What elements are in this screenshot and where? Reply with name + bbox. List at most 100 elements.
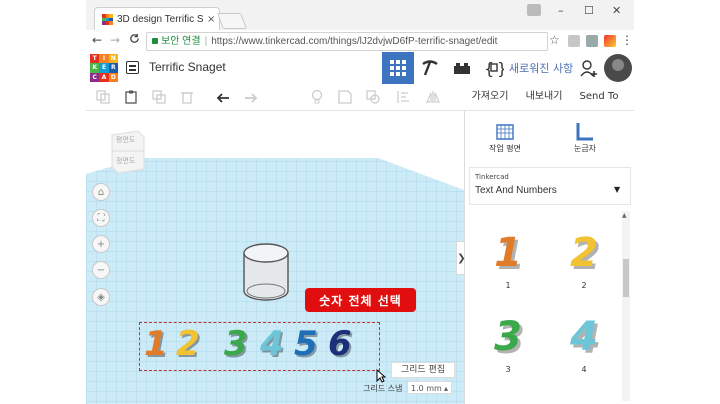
shape-tile-3[interactable]: 33 (485, 315, 531, 385)
snap-grid-label: 그리드 스냅 (363, 384, 403, 393)
delete-icon[interactable] (180, 90, 194, 104)
shape-glyph: 1 (494, 230, 522, 276)
select-all-numbers-callout: 숫자 전체 선택 (305, 288, 416, 312)
add-user-icon[interactable] (580, 60, 598, 82)
home-view-icon[interactable]: ⌂ (92, 183, 110, 201)
logo-letter: N (108, 54, 118, 64)
extension-icon[interactable] (568, 35, 580, 47)
workplane-icon (496, 124, 514, 140)
shape-label: 2 (581, 281, 587, 290)
ruler-tool[interactable]: 눈금자 (555, 121, 615, 154)
tab-strip: 3D design Terrific Snage × – ☐ ✕ (86, 0, 634, 31)
svg-text:{: { (484, 59, 494, 77)
panel-scrollbar[interactable] (622, 211, 630, 401)
browser-menu-icon[interactable]: ⋮ (621, 33, 633, 47)
new-tab-button[interactable] (217, 13, 247, 29)
logo-letter: I (99, 54, 109, 64)
number-shape-5[interactable]: 5 (294, 325, 318, 363)
codeblocks-view-button[interactable]: {} (478, 52, 510, 84)
project-title[interactable]: Terrific Snaget (149, 60, 226, 74)
shape-label: 1 (505, 281, 511, 290)
back-button[interactable]: ← (92, 33, 102, 47)
library-category-value: Text And Numbers (475, 185, 557, 196)
align-icon[interactable] (396, 90, 410, 104)
shape-glyph: 4 (570, 314, 598, 360)
number-shape-4[interactable]: 4 (260, 325, 284, 363)
duplicate-icon[interactable] (152, 90, 166, 104)
zoom-in-icon[interactable]: + (92, 235, 110, 253)
number-shape-2[interactable]: 2 (176, 325, 200, 363)
browser-tab[interactable]: 3D design Terrific Snage × (94, 7, 220, 31)
workplane-tool[interactable]: 작업 평면 (475, 121, 535, 154)
pickaxe-icon (422, 60, 438, 76)
view-cube-front-label: 정면도 (116, 157, 136, 165)
ruler-label: 눈금자 (573, 144, 597, 153)
url-field[interactable]: 보안 연결 | https://www.tinkercad.com/things/l… (146, 32, 548, 51)
grid-icon (390, 60, 406, 76)
tab-title: 3D design Terrific Snage (117, 14, 203, 25)
tab-close-icon[interactable]: × (207, 14, 215, 25)
number-shape-1[interactable]: 1 (144, 325, 168, 363)
cylinder-shape[interactable] (241, 241, 291, 305)
tinkercad-logo[interactable]: TINKERCAD (90, 54, 118, 82)
extension-icon[interactable] (604, 35, 616, 47)
shape-tile-1[interactable]: 11 (485, 231, 531, 301)
snap-grid-value: 1.0 mm (411, 384, 442, 393)
zoom-out-icon[interactable]: − (92, 261, 110, 279)
logo-letter: D (108, 72, 118, 82)
shapes-panel: 작업 평면 눈금자 Tinkercad Text And Numbers ▼ 1… (464, 111, 634, 404)
3d-view-button[interactable] (382, 52, 414, 84)
workplane-label: 작업 평면 (489, 144, 521, 153)
snap-grid-select[interactable]: 1.0 mm ▴ (407, 381, 452, 394)
fit-view-icon[interactable]: ⛶ (92, 209, 110, 227)
perspective-icon[interactable]: ◈ (92, 288, 110, 306)
logo-letter: E (99, 63, 109, 73)
design-list-icon[interactable] (126, 61, 139, 74)
mirror-icon[interactable] (426, 90, 440, 104)
minimize-button[interactable]: – (558, 4, 564, 17)
extension-icon[interactable] (586, 35, 598, 47)
view-cube-top-label: 평면도 (116, 136, 136, 144)
logo-letter: R (108, 63, 118, 73)
ruler-icon (576, 123, 593, 141)
shape-note-icon[interactable] (338, 90, 352, 104)
forward-button[interactable]: → (110, 33, 120, 47)
import-button[interactable]: 가져오기 (464, 88, 516, 105)
export-button[interactable]: 내보내기 (518, 88, 570, 105)
copy-icon[interactable] (96, 90, 110, 104)
bookmark-star-icon[interactable]: ☆ (549, 33, 560, 47)
mouse-cursor-icon (376, 369, 386, 383)
reload-icon (130, 33, 139, 43)
paste-icon[interactable] (124, 90, 138, 104)
view-cube[interactable]: 평면도 정면도 (108, 129, 146, 174)
undo-icon[interactable] (216, 90, 230, 104)
scroll-up-icon[interactable]: ▲ (622, 212, 627, 219)
group-icon[interactable] (366, 90, 380, 104)
edit-toolbar: 가져오기 내보내기 Send To (86, 84, 634, 111)
close-window-button[interactable]: ✕ (612, 4, 621, 17)
shape-tile-4[interactable]: 44 (561, 315, 607, 385)
reload-button[interactable] (129, 33, 140, 47)
number-shape-6[interactable]: 6 (328, 325, 352, 363)
maximize-button[interactable]: ☐ (584, 4, 594, 17)
shape-tile-2[interactable]: 22 (561, 231, 607, 301)
redo-icon[interactable] (244, 90, 258, 104)
bricks-view-button[interactable] (446, 52, 478, 84)
light-bulb-icon[interactable] (310, 90, 324, 104)
send-to-button[interactable]: Send To (574, 88, 624, 105)
blocks-view-button[interactable] (414, 52, 446, 84)
edit-grid-button[interactable]: 그리드 편집 (391, 362, 455, 378)
number-shapes-row: 123456 (144, 323, 374, 369)
chevron-down-icon: ▴ (443, 384, 448, 393)
whats-new-link[interactable]: 새로워진 사항 (509, 60, 573, 76)
lock-icon (152, 38, 158, 44)
browser-window: 3D design Terrific Snage × – ☐ ✕ ← → 보안 … (86, 0, 634, 404)
app-header: TINKERCAD Terrific Snaget {} 새로워진 사항 (86, 52, 634, 85)
logo-letter: K (90, 63, 100, 73)
profile-badge-icon[interactable] (527, 4, 541, 16)
code-braces-icon: {} (484, 59, 504, 77)
number-shape-3[interactable]: 3 (224, 325, 248, 363)
avatar[interactable] (604, 54, 632, 82)
workplane-canvas[interactable]: 평면도 정면도 ⌂ ⛶ + − ◈ 123456 (86, 111, 464, 404)
shape-label: 4 (581, 365, 587, 374)
